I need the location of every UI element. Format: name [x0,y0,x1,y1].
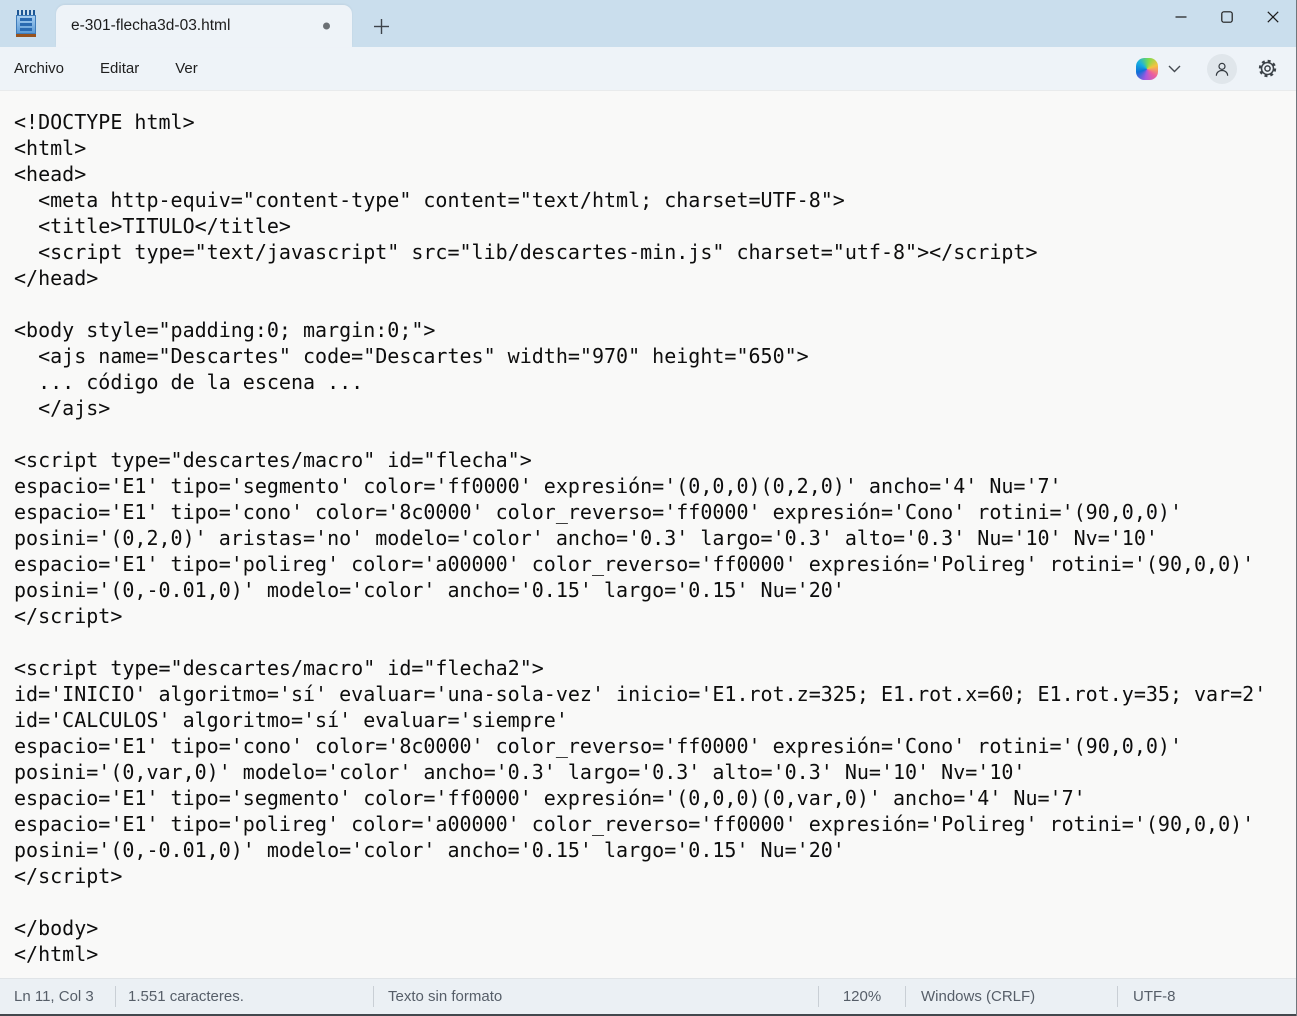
minimize-button[interactable] [1158,0,1204,34]
status-encoding[interactable]: UTF-8 [1118,979,1296,1014]
notepad-window: e-301-flecha3d-03.html [0,0,1297,1016]
account-button[interactable] [1207,54,1237,84]
window-controls [1158,0,1296,34]
tab-title: e-301-flecha3d-03.html [71,17,230,35]
notepad-icon-base [16,34,36,37]
menu-editar[interactable]: Editar [88,53,151,84]
maximize-button[interactable] [1204,0,1250,34]
status-zoom-level[interactable]: 120% [819,979,905,1014]
menubar: Archivo Editar Ver [0,47,1296,90]
notepad-app-icon [15,10,37,37]
plus-icon [373,18,390,35]
editor-text[interactable]: <!DOCTYPE html> <html> <head> <meta http… [0,90,1296,978]
copilot-button[interactable] [1136,58,1181,80]
titlebar: e-301-flecha3d-03.html [0,0,1296,47]
menu-ver[interactable]: Ver [163,53,210,84]
status-bar: Ln 11, Col 3 1.551 caracteres. Texto sin… [0,978,1296,1016]
menu-archivo[interactable]: Archivo [2,53,76,84]
status-char-count: 1.551 caracteres. [116,979,373,1014]
status-line-endings[interactable]: Windows (CRLF) [906,979,1117,1014]
status-cursor-position: Ln 11, Col 3 [14,979,115,1014]
status-document-format: Texto sin formato [374,979,818,1014]
copilot-icon [1136,58,1158,80]
tab-active[interactable]: e-301-flecha3d-03.html [56,5,352,47]
close-button[interactable] [1250,0,1296,34]
unsaved-indicator-icon [323,23,330,30]
gear-icon [1257,58,1278,79]
settings-button[interactable] [1257,58,1278,79]
person-icon [1213,60,1231,78]
minimize-icon [1175,11,1187,23]
chevron-down-icon [1168,65,1181,73]
close-icon [1267,11,1279,23]
notepad-icon-cover [16,15,36,34]
maximize-icon [1221,11,1233,23]
menubar-right-icons [1136,54,1278,84]
new-tab-button[interactable] [363,12,399,40]
